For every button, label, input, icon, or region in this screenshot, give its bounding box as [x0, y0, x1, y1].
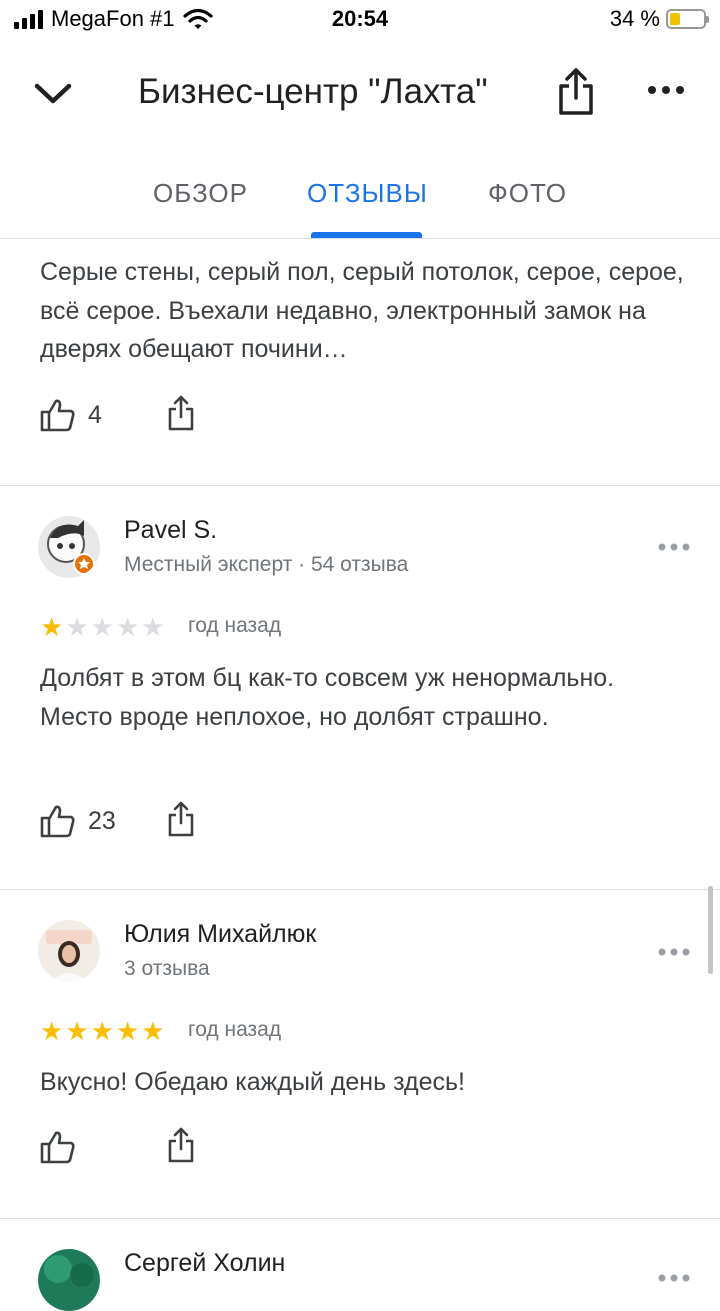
- star-icon: ★: [141, 612, 165, 642]
- avatar[interactable]: [38, 516, 100, 578]
- like-count: 23: [88, 806, 116, 835]
- review-author[interactable]: Pavel S.: [124, 516, 217, 545]
- divider: [0, 889, 720, 890]
- review-text[interactable]: Серые стены, серый пол, серый потолок, с…: [40, 253, 690, 369]
- more-options-icon[interactable]: [646, 78, 686, 102]
- avatar-image: [38, 516, 100, 578]
- like-button[interactable]: 4: [40, 398, 102, 432]
- star-icon: ★: [141, 1016, 165, 1046]
- review-text[interactable]: Вкусно! Обедаю каждый день здесь!: [40, 1063, 690, 1102]
- battery-icon: [666, 9, 709, 29]
- active-tab-indicator: [311, 232, 422, 238]
- share-icon[interactable]: [166, 1126, 196, 1164]
- thumb-up-icon: [40, 399, 75, 432]
- like-button[interactable]: 23: [40, 804, 116, 838]
- more-options-icon[interactable]: [658, 1272, 690, 1284]
- tab-overview[interactable]: ОБЗОР: [153, 178, 248, 209]
- review-date: год назад: [188, 614, 282, 637]
- battery-percent: 34 %: [609, 6, 660, 31]
- share-icon[interactable]: [166, 800, 196, 838]
- review-text[interactable]: Долбят в этом бц как-то совсем уж ненорм…: [40, 659, 690, 736]
- place-header: Бизнес-центр "Лахта": [0, 48, 720, 138]
- review-author-meta: 3 отзыва: [124, 957, 210, 980]
- avatar[interactable]: [38, 1249, 100, 1311]
- review-author[interactable]: Сергей Холин: [124, 1249, 285, 1278]
- status-right: 34 %: [609, 6, 709, 32]
- review-author-meta: Местный эксперт · 54 отзыва: [124, 553, 409, 576]
- thumb-up-icon: [40, 805, 75, 838]
- star-icon: ★: [90, 1016, 114, 1046]
- divider: [0, 485, 720, 486]
- share-icon[interactable]: [166, 394, 196, 432]
- star-icon: ★: [115, 1016, 140, 1046]
- review-date: год назад: [188, 1018, 282, 1041]
- chevron-down-icon[interactable]: [30, 70, 76, 116]
- more-options-icon[interactable]: [658, 946, 690, 958]
- tab-reviews[interactable]: ОТЗЫВЫ: [307, 178, 428, 209]
- review-author[interactable]: Юлия Михайлюк: [124, 920, 316, 949]
- like-count: 4: [88, 400, 102, 429]
- star-icon: ★: [40, 612, 64, 642]
- avatar[interactable]: [38, 920, 100, 982]
- divider: [0, 1218, 720, 1219]
- star-icon: ★: [115, 612, 140, 642]
- tab-bar: ОБЗОР ОТЗЫВЫ ФОТО: [0, 150, 720, 239]
- star-rating: ★ ★ ★ ★ ★: [40, 614, 165, 640]
- status-bar: MegaFon #1 20:54 34 %: [0, 0, 720, 40]
- more-options-icon[interactable]: [658, 541, 690, 553]
- star-rating: ★ ★ ★ ★ ★: [40, 1018, 165, 1044]
- star-icon: ★: [40, 1016, 64, 1046]
- avatar-image: [38, 920, 100, 982]
- tab-photos[interactable]: ФОТО: [488, 178, 567, 209]
- scrollbar[interactable]: [708, 886, 713, 974]
- page-title: Бизнес-центр "Лахта": [138, 72, 488, 111]
- like-button[interactable]: [40, 1130, 76, 1164]
- thumb-up-icon: [40, 1131, 75, 1164]
- star-icon: ★: [65, 612, 89, 642]
- star-icon: ★: [65, 1016, 89, 1046]
- star-icon: ★: [90, 612, 114, 642]
- share-icon[interactable]: [552, 66, 600, 118]
- avatar-image: [38, 1249, 100, 1311]
